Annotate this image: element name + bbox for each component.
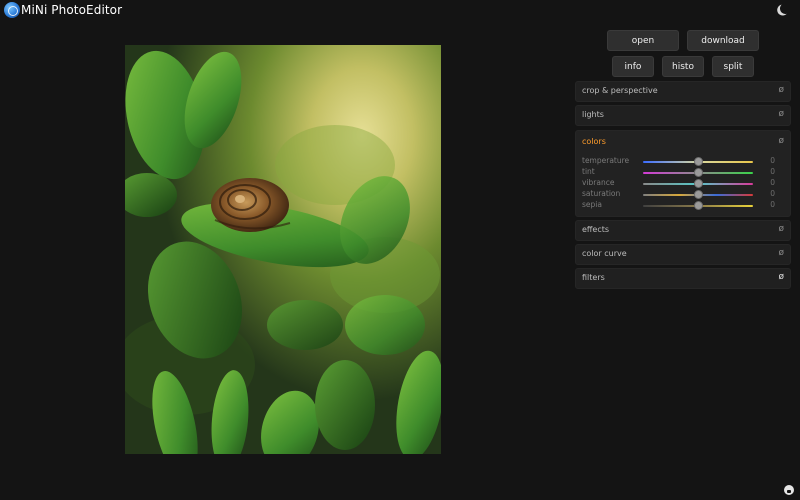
saturation-thumb[interactable] [694, 190, 703, 199]
download-button[interactable]: download [687, 30, 759, 51]
slider-saturation: saturation 0 [582, 189, 786, 200]
reset-icon[interactable]: ø [778, 109, 784, 119]
histo-button[interactable]: histo [662, 56, 704, 77]
slider-value: 0 [770, 178, 775, 187]
slider-temperature: temperature 0 [582, 156, 786, 167]
section-title: filters [582, 273, 605, 282]
section-lights[interactable]: lights ø [575, 105, 791, 126]
info-button[interactable]: info [612, 56, 654, 77]
slider-sepia: sepia 0 [582, 200, 786, 211]
open-button[interactable]: open [607, 30, 679, 51]
tint-thumb[interactable] [694, 168, 703, 177]
app-header: MiNi PhotoEditor [0, 0, 800, 22]
section-title: crop & perspective [582, 86, 658, 95]
split-button[interactable]: split [712, 56, 754, 77]
slider-label: vibrance [582, 178, 615, 187]
slider-label: sepia [582, 200, 602, 209]
reset-icon[interactable]: ø [778, 85, 784, 95]
slider-value: 0 [770, 167, 775, 176]
slider-label: saturation [582, 189, 621, 198]
section-colors[interactable]: colors ø temperature 0 tint 0 vibrance 0… [575, 130, 791, 217]
section-color-curve[interactable]: color curve ø [575, 244, 791, 265]
section-effects[interactable]: effects ø [575, 220, 791, 241]
slider-label: tint [582, 167, 595, 176]
slider-label: temperature [582, 156, 630, 165]
temperature-thumb[interactable] [694, 157, 703, 166]
section-title: color curve [582, 249, 627, 258]
slider-value: 0 [770, 200, 775, 209]
section-title: colors [582, 137, 606, 146]
section-title: lights [582, 110, 604, 119]
slider-tint: tint 0 [582, 167, 786, 178]
slider-vibrance: vibrance 0 [582, 178, 786, 189]
section-crop-perspective[interactable]: crop & perspective ø [575, 81, 791, 102]
slider-value: 0 [770, 189, 775, 198]
reset-icon[interactable]: ø [778, 136, 784, 146]
sepia-thumb[interactable] [694, 201, 703, 210]
section-filters[interactable]: filters ø [575, 268, 791, 289]
github-icon[interactable] [784, 485, 794, 495]
photo-image [125, 45, 441, 454]
moon-icon[interactable] [779, 2, 792, 15]
section-title: effects [582, 225, 610, 234]
vibrance-thumb[interactable] [694, 179, 703, 188]
app-title: MiNi PhotoEditor [21, 3, 123, 17]
reset-icon[interactable]: ø [778, 248, 784, 258]
camera-lens-logo-icon [4, 2, 20, 18]
photo-canvas[interactable] [125, 45, 441, 454]
reset-icon[interactable]: ø [778, 272, 784, 282]
slider-value: 0 [770, 156, 775, 165]
reset-icon[interactable]: ø [778, 224, 784, 234]
